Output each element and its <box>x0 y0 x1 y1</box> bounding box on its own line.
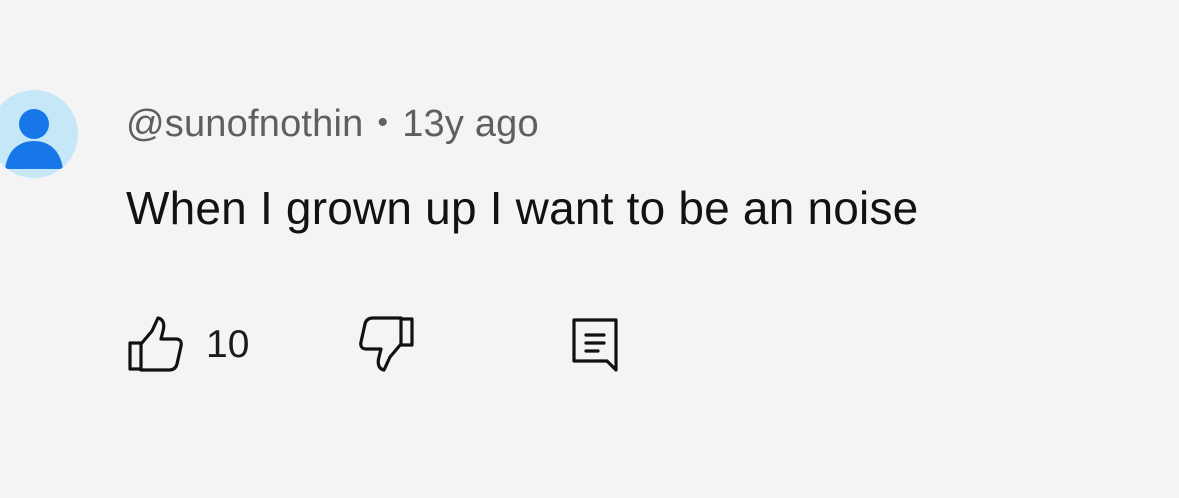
comment-author[interactable]: @sunofnothin <box>126 103 363 145</box>
comment-meta: @sunofnothin • 13y ago <box>126 99 539 148</box>
user-avatar[interactable] <box>0 90 78 178</box>
comment-card: @sunofnothin • 13y ago When I grown up I w… <box>0 0 1179 498</box>
meta-separator: • <box>377 106 389 139</box>
default-avatar-icon <box>5 109 63 169</box>
dislike-button[interactable] <box>358 315 414 373</box>
like-count: 10 <box>206 322 250 366</box>
comment-age[interactable]: 13y ago <box>402 103 539 145</box>
thumbs-down-icon <box>359 316 414 372</box>
thumbs-up-icon <box>128 316 183 372</box>
like-button[interactable]: 10 <box>128 315 249 373</box>
reply-button[interactable] <box>568 315 622 373</box>
comment-text: When I grown up I want to be an noise <box>126 182 919 234</box>
reply-comment-icon <box>572 318 618 372</box>
